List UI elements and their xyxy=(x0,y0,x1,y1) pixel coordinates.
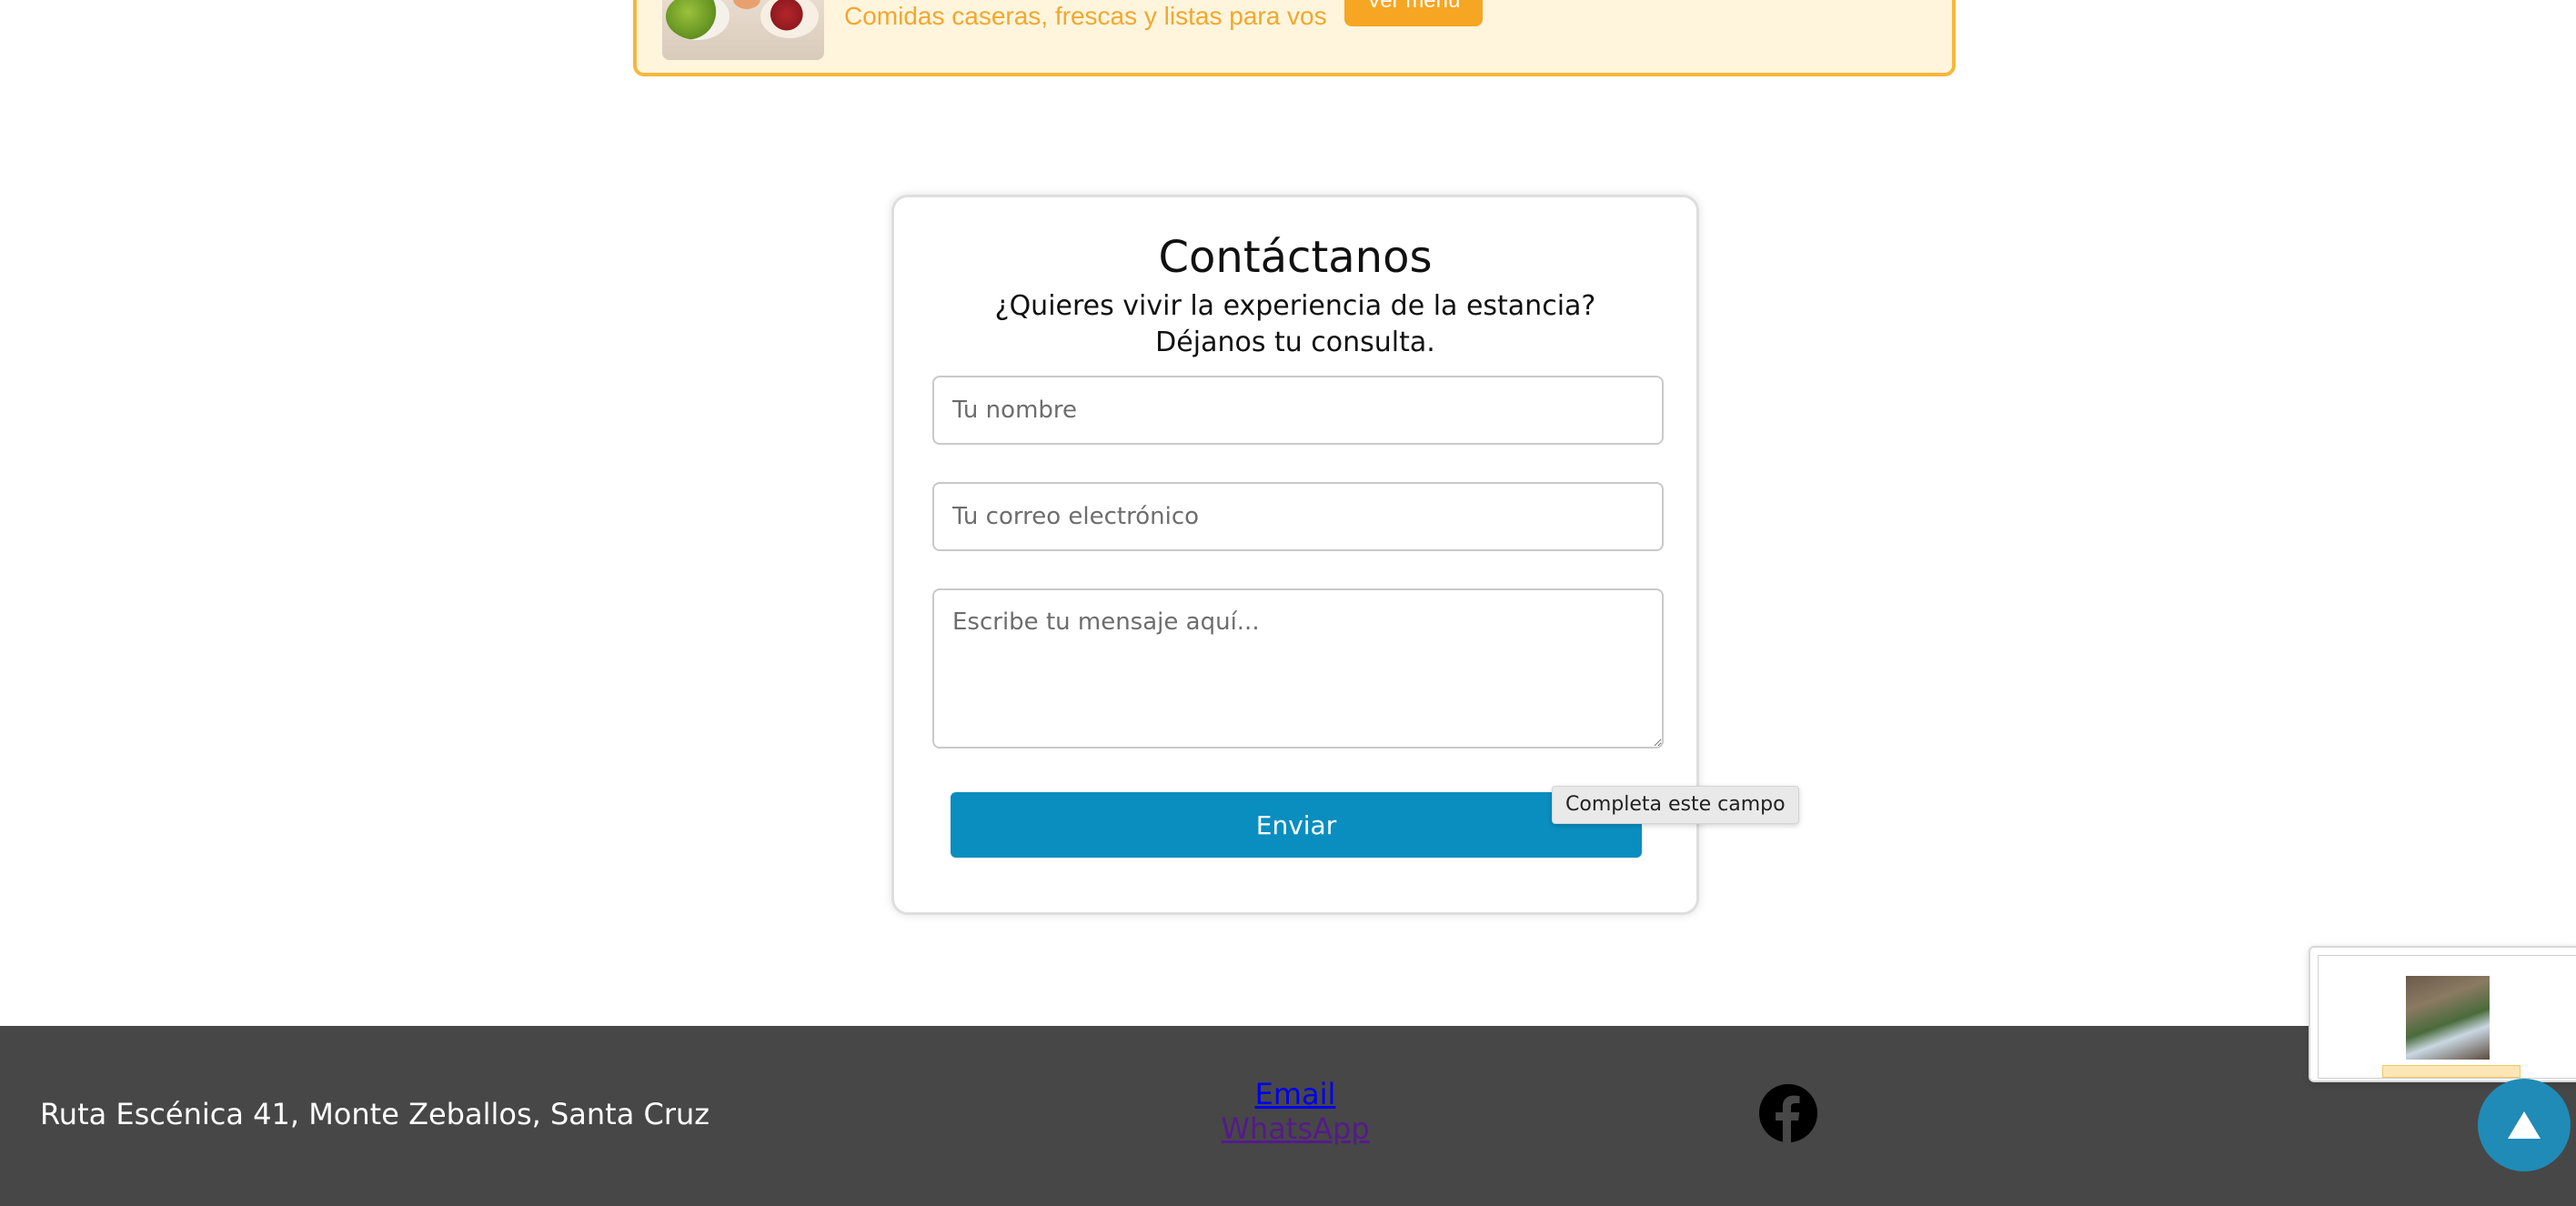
email-link[interactable]: Email xyxy=(1113,1077,1477,1111)
email-input[interactable] xyxy=(932,482,1664,551)
promo-banner: Comidas caseras, frescas y listas para v… xyxy=(633,0,1956,76)
contact-title: Contáctanos xyxy=(1158,232,1433,283)
page-preview-thumbnail[interactable] xyxy=(2309,946,2576,1082)
facebook-icon[interactable] xyxy=(1759,1084,1817,1142)
message-textarea[interactable] xyxy=(932,588,1664,749)
view-menu-button[interactable]: Ver menú xyxy=(1344,0,1483,26)
salad-bowl-image xyxy=(666,0,730,40)
preview-promo-strip xyxy=(2382,1065,2521,1078)
drink-cup-image xyxy=(733,0,760,9)
arrow-up-icon xyxy=(2508,1111,2541,1139)
name-input[interactable] xyxy=(932,376,1664,445)
preview-waterfall-image xyxy=(2406,976,2490,1060)
site-footer: Ruta Escénica 41, Monte Zeballos, Santa … xyxy=(0,1026,2576,1206)
food-photo xyxy=(662,0,824,60)
promo-text: Comidas caseras, frescas y listas para v… xyxy=(844,2,1327,30)
contact-subtitle: ¿Quieres vivir la experiencia de la esta… xyxy=(894,288,1696,361)
whatsapp-link[interactable]: WhatsApp xyxy=(1113,1111,1477,1146)
facebook-icon-svg xyxy=(1759,1084,1817,1142)
validation-tooltip: Completa este campo xyxy=(1552,786,1799,824)
preview-frame xyxy=(2318,955,2576,1079)
send-button[interactable]: Enviar xyxy=(951,792,1642,858)
contact-subtitle-line1: ¿Quieres vivir la experiencia de la esta… xyxy=(994,290,1596,322)
scroll-to-top-button[interactable] xyxy=(2478,1079,2571,1171)
footer-address: Ruta Escénica 41, Monte Zeballos, Santa … xyxy=(40,1097,710,1131)
cheesecake-image xyxy=(760,0,819,38)
footer-links: Email WhatsApp xyxy=(1113,1077,1477,1146)
contact-subtitle-line2: Déjanos tu consulta. xyxy=(1155,327,1435,358)
